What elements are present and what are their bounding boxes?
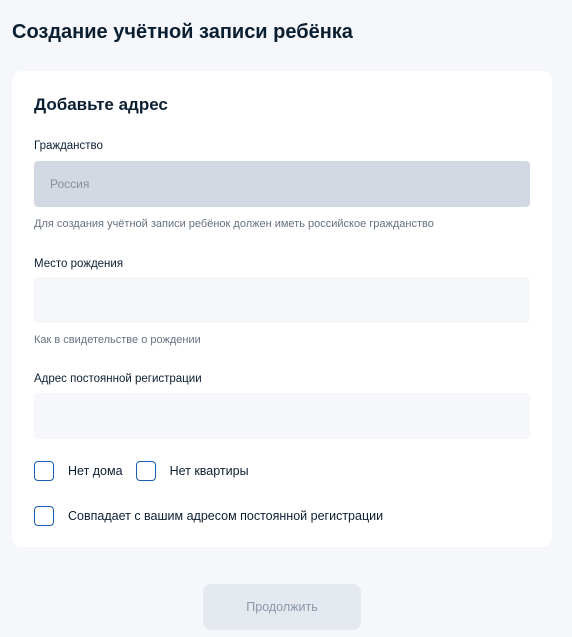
continue-button[interactable]: Продолжить bbox=[203, 584, 361, 630]
no-apartment-checkbox-box[interactable] bbox=[135, 461, 156, 481]
no-house-label: Нет дома bbox=[68, 464, 123, 478]
form-title: Добавьте адрес bbox=[34, 95, 168, 114]
same-address-checkbox[interactable]: Совпадает с вашим адресом постоянной рег… bbox=[34, 506, 383, 526]
birthplace-field[interactable] bbox=[34, 277, 530, 323]
no-apartment-label: Нет квартиры bbox=[169, 464, 249, 478]
citizenship-label: Гражданство bbox=[34, 140, 103, 152]
dwelling-checkbox-row: Нет дома Нет квартиры bbox=[34, 459, 249, 483]
address-form-card: Добавьте адрес Гражданство Для создания … bbox=[12, 71, 552, 547]
citizenship-field[interactable] bbox=[34, 161, 530, 207]
registration-label: Адрес постоянной регистрации bbox=[34, 373, 202, 385]
same-address-checkbox-box[interactable] bbox=[34, 506, 54, 526]
same-address-label: Совпадает с вашим адресом постоянной рег… bbox=[68, 509, 384, 523]
registration-address-field[interactable] bbox=[34, 393, 530, 439]
citizenship-hint: Для создания учётной записи ребёнок долж… bbox=[34, 218, 434, 230]
birthplace-hint: Как в свидетельстве о рождении bbox=[34, 334, 201, 346]
no-apartment-checkbox[interactable]: Нет квартиры bbox=[135, 461, 249, 481]
same-address-checkbox-row: Совпадает с вашим адресом постоянной рег… bbox=[34, 504, 383, 528]
birthplace-label: Место рождения bbox=[34, 258, 124, 270]
no-house-checkbox-box[interactable] bbox=[34, 461, 54, 481]
page-title: Создание учётной записи ребёнка bbox=[12, 21, 353, 43]
no-house-checkbox[interactable]: Нет дома bbox=[34, 461, 123, 481]
